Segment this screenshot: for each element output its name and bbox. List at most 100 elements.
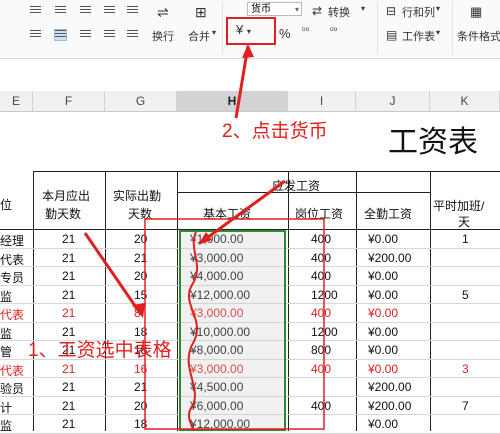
cell-days-due[interactable]: 21 xyxy=(62,306,75,320)
distribute-icon[interactable] xyxy=(127,30,138,40)
cell-days-actual[interactable]: 21 xyxy=(134,251,147,265)
cell-days-due[interactable]: 21 xyxy=(62,269,75,283)
cell-attendance[interactable]: ¥0.00 xyxy=(368,325,398,339)
cell-position[interactable]: 代表 xyxy=(0,251,24,268)
header-post-salary: 岗位工资 xyxy=(295,207,344,221)
cell-days-actual[interactable]: 8 xyxy=(134,306,141,320)
merge-button[interactable]: 合并 xyxy=(188,28,210,44)
column-header-i[interactable]: I xyxy=(288,91,356,111)
cell-post-salary[interactable]: 400 xyxy=(311,399,331,413)
cell-attendance[interactable]: ¥200.00 xyxy=(368,251,411,265)
convert-button[interactable]: 转换 xyxy=(328,4,350,20)
align-middle-icon[interactable] xyxy=(55,6,66,16)
cell-days-due[interactable]: 21 xyxy=(62,380,75,394)
cell-post-salary[interactable]: 400 xyxy=(311,251,331,265)
cell-attendance[interactable]: ¥0.00 xyxy=(368,288,398,302)
cell-post-salary[interactable]: 1200 xyxy=(311,325,338,339)
header-days-actual-1: 实际出勤 xyxy=(113,189,162,203)
cell-post-salary[interactable]: 400 xyxy=(311,269,331,283)
cell-overtime[interactable]: 5 xyxy=(462,288,469,302)
cell-overtime[interactable]: 1 xyxy=(462,232,469,246)
cell-days-due[interactable]: 21 xyxy=(62,362,75,376)
outdent-icon[interactable] xyxy=(127,6,138,16)
cell-position[interactable]: 代表 xyxy=(0,306,24,323)
cell-days-due[interactable]: 21 xyxy=(62,399,75,413)
cell-attendance[interactable]: ¥200.00 xyxy=(368,399,411,413)
grid-border xyxy=(177,171,178,431)
percent-button[interactable]: % xyxy=(279,26,291,41)
column-header-j[interactable]: J xyxy=(356,91,430,111)
cell-position[interactable]: 管 xyxy=(0,343,12,360)
align-top-icon[interactable] xyxy=(30,6,41,16)
cell-position[interactable]: 验员 xyxy=(0,380,24,397)
cell-post-salary[interactable]: 400 xyxy=(311,232,331,246)
worksheet-button[interactable]: 工作表 xyxy=(402,28,435,44)
cell-overtime[interactable]: 3 xyxy=(462,362,469,376)
cell-days-due[interactable]: 21 xyxy=(62,417,75,431)
grid-border xyxy=(356,171,357,431)
cell-attendance[interactable]: ¥200.00 xyxy=(368,380,411,394)
number-format-select[interactable]: 货币 ▾ xyxy=(247,2,302,16)
column-header-g[interactable]: G xyxy=(105,91,177,111)
cell-attendance[interactable]: ¥0.00 xyxy=(368,306,398,320)
wrap-text-button[interactable]: 换行 xyxy=(152,28,174,44)
cell-days-actual[interactable]: 21 xyxy=(134,380,147,394)
conditional-format-button[interactable]: 条件格式 xyxy=(457,28,500,44)
cell-post-salary[interactable]: 400 xyxy=(311,306,331,320)
rows-cols-dropdown-icon[interactable]: ▾ xyxy=(436,4,440,13)
cell-attendance[interactable]: ¥0.00 xyxy=(368,343,398,357)
column-header-e[interactable]: E xyxy=(0,91,33,111)
cell-position[interactable]: 监 xyxy=(0,325,12,342)
cell-post-salary[interactable]: 800 xyxy=(311,343,331,357)
cell-attendance[interactable]: ¥0.00 xyxy=(368,232,398,246)
worksheet-icon: ▤ xyxy=(386,28,398,42)
cell-days-due[interactable]: 21 xyxy=(62,251,75,265)
merge-icon: ⊞ xyxy=(195,4,207,20)
cell-days-actual[interactable]: 18 xyxy=(134,417,147,431)
column-header-h[interactable]: H xyxy=(177,91,288,111)
increase-decimal-button[interactable]: ⁰⁰ xyxy=(302,26,309,37)
ribbon-toolbar: 换行 ⇌ 合并 ▾ ⊞ 货币 ▾ ¥ ▾ % ⁰⁰ ⁰⁰ ⇄ 转换 ▾ ⊟ 行和… xyxy=(0,0,500,59)
column-header-k[interactable]: K xyxy=(430,91,500,111)
cell-position[interactable]: 监 xyxy=(0,417,12,434)
cell-days-actual[interactable]: 20 xyxy=(134,232,147,246)
header-days-due-1: 本月应出 xyxy=(42,189,91,203)
cell-position[interactable]: 专员 xyxy=(0,269,24,286)
cell-attendance[interactable]: ¥0.00 xyxy=(368,417,398,431)
rows-cols-icon: ⊟ xyxy=(386,4,397,18)
cell-overtime[interactable]: 7 xyxy=(462,399,469,413)
justify-icon[interactable] xyxy=(104,30,115,40)
column-header-f[interactable]: F xyxy=(33,91,105,111)
align-left-icon[interactable] xyxy=(30,30,41,40)
grid-border xyxy=(288,171,289,431)
cell-position[interactable]: 计 xyxy=(0,399,12,416)
cell-days-actual[interactable]: 16 xyxy=(134,362,147,376)
ribbon-separator xyxy=(377,2,378,54)
cell-position[interactable]: 经理 xyxy=(0,232,24,249)
cell-days-due[interactable]: 21 xyxy=(62,232,75,246)
currency-button[interactable]: ¥ ▾ xyxy=(236,22,268,42)
cell-days-actual[interactable]: 20 xyxy=(134,399,147,413)
cell-attendance[interactable]: ¥0.00 xyxy=(368,362,398,376)
grid-border xyxy=(430,171,431,431)
merge-dropdown-icon[interactable]: ▾ xyxy=(212,28,216,37)
cell-post-salary[interactable]: 1200 xyxy=(311,288,338,302)
rows-cols-button[interactable]: 行和列 xyxy=(402,4,435,20)
cell-days-actual[interactable]: 20 xyxy=(134,269,147,283)
cell-post-salary[interactable]: 400 xyxy=(311,362,331,376)
align-center-icon[interactable] xyxy=(54,29,67,41)
convert-dropdown-icon[interactable]: ▾ xyxy=(361,4,365,13)
header-base-salary: 基本工资 xyxy=(203,207,252,221)
cell-days-due[interactable]: 21 xyxy=(62,288,75,302)
cell-position[interactable]: 监 xyxy=(0,288,12,305)
header-position: 位 xyxy=(0,198,13,212)
indent-icon[interactable] xyxy=(104,6,115,16)
cell-attendance[interactable]: ¥0.00 xyxy=(368,269,398,283)
cell-position[interactable]: 代表 xyxy=(0,362,24,379)
worksheet-dropdown-icon[interactable]: ▾ xyxy=(436,28,440,37)
align-right-icon[interactable] xyxy=(80,30,91,40)
decrease-decimal-button[interactable]: ⁰⁰ xyxy=(330,26,337,37)
conditional-format-icon: ▦ xyxy=(470,4,483,19)
align-bottom-icon[interactable] xyxy=(80,6,91,16)
cell-days-actual[interactable]: 15 xyxy=(134,288,147,302)
